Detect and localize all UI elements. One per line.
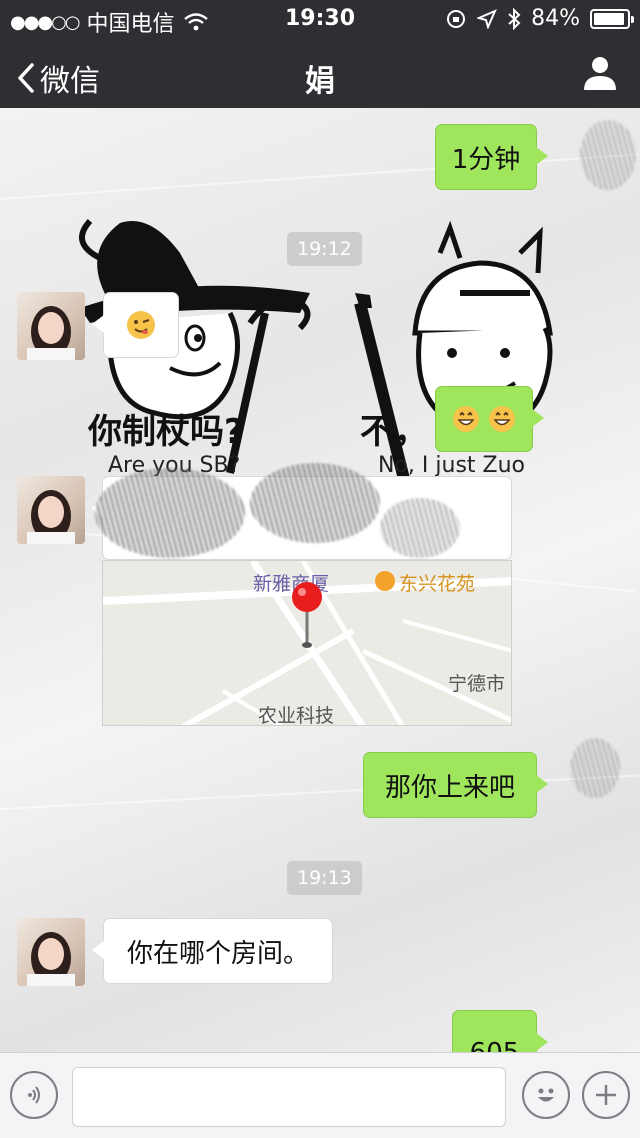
emoji-button[interactable] — [522, 1071, 570, 1119]
meme-subcaption-right: No, I just Zuo — [378, 453, 525, 478]
avatar[interactable] — [17, 292, 85, 360]
location-icon — [477, 8, 498, 29]
nav-bar: 微信 娟 — [0, 40, 640, 108]
timestamp: 19:12 — [287, 232, 362, 266]
scribble-mark — [250, 463, 380, 543]
winking-face-emoji-icon — [127, 311, 155, 339]
message-bubble-sent[interactable]: 那你上来吧 — [363, 752, 548, 818]
message-text: 那你上来吧 — [384, 772, 515, 803]
map-poi-label: 东兴花苑 — [399, 573, 476, 595]
avatar-photo — [27, 932, 75, 986]
message-text: 605 — [470, 1038, 520, 1052]
message-bubble-sent[interactable] — [435, 386, 544, 452]
map-pin-icon — [292, 582, 322, 648]
plus-icon — [596, 1085, 616, 1105]
battery-icon — [590, 8, 634, 29]
map-poi-icon — [375, 571, 395, 591]
status-bar: ●●●○○ 中国电信 19:30 84% — [0, 0, 640, 40]
scribble-mark — [95, 468, 245, 558]
scribble-mark — [570, 738, 620, 798]
message-bubble-sent[interactable]: 1分钟 — [435, 124, 548, 190]
more-button[interactable] — [582, 1071, 630, 1119]
bluetooth-icon — [508, 7, 521, 30]
location-map[interactable]: 新雅商厦 东兴花苑 宁德市 农业科技 — [102, 560, 512, 726]
avatar-photo — [27, 306, 75, 360]
message-bubble-received[interactable] — [92, 292, 179, 358]
grinning-face-emoji-icon — [453, 406, 479, 432]
message-text: 1分钟 — [451, 144, 521, 175]
scribble-mark — [580, 120, 636, 190]
map-poi-label: 农业科技 — [258, 705, 335, 726]
map-poi-label: 宁德市 — [448, 673, 506, 695]
input-toolbar — [0, 1052, 640, 1138]
meme-caption-right: 不， — [360, 412, 428, 452]
avatar-photo — [27, 490, 75, 544]
message-bubble-sent[interactable]: 605 — [452, 1010, 548, 1052]
chat-title: 娟 — [305, 64, 335, 99]
message-input[interactable] — [72, 1067, 506, 1127]
avatar[interactable] — [17, 476, 85, 544]
message-text: 你在哪个房间。 — [126, 938, 309, 969]
grinning-face-emoji-icon — [489, 406, 515, 432]
voice-input-button[interactable] — [10, 1071, 58, 1119]
profile-icon[interactable] — [580, 52, 620, 92]
avatar[interactable] — [17, 918, 85, 986]
battery-percent: 84% — [531, 6, 580, 31]
timestamp: 19:13 — [287, 861, 362, 895]
meme-caption-left: 你制杖吗? — [88, 412, 244, 452]
status-right: 84% — [445, 6, 634, 31]
emoji-icon — [538, 1088, 554, 1102]
scribble-mark — [380, 498, 460, 558]
message-bubble-received[interactable]: 你在哪个房间。 — [92, 918, 333, 984]
chat-area[interactable]: 1分钟 你制杖吗? 不， Are you SB? No, I just Zuo … — [0, 108, 640, 1052]
voice-icon — [28, 1086, 40, 1104]
orientation-lock-icon — [447, 9, 466, 28]
